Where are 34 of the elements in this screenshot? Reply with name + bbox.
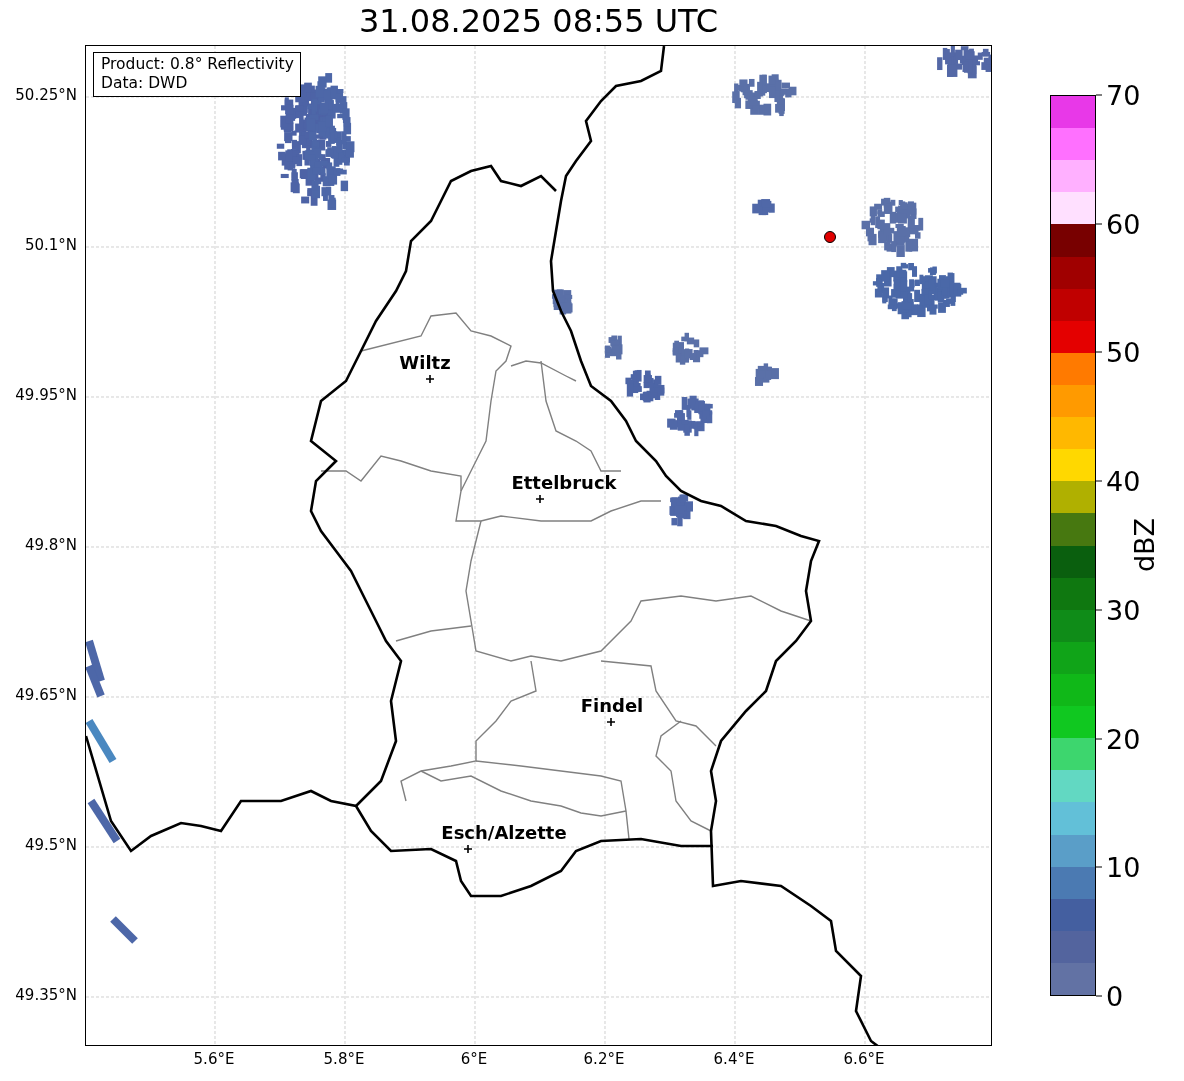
chart-title: 31.08.2025 08:55 UTC [357,0,720,42]
city-label: Findel [580,695,644,716]
city-marker-icon [463,844,473,854]
city-marker-icon [606,717,616,727]
city-label: Wiltz [399,352,451,373]
longitude-tick-label: 5.6°E [193,1050,235,1068]
city-label: Esch/Alzette [441,822,567,843]
longitude-tick-label: 6.2°E [583,1050,625,1068]
radar-site-marker [824,231,836,243]
latitude-tick-label: 49.95°N [15,386,77,404]
colorbar-tick-label: 40 [1096,465,1141,497]
latitude-tick-label: 49.5°N [24,836,77,854]
colorbar-tick-label: 0 [1096,980,1124,1012]
city-marker-icon [425,374,435,384]
latitude-tick-label: 49.8°N [24,536,77,554]
latitude-tick-label: 49.65°N [15,686,77,704]
colorbar-tick-label: 50 [1096,336,1141,368]
colorbar-tick-label: 70 [1096,79,1141,111]
latitude-tick-label: 49.35°N [15,986,77,1004]
colorbar-tick-label: 10 [1096,851,1141,883]
latitude-tick-label: 50.1°N [24,236,77,254]
longitude-tick-label: 6.6°E [843,1050,885,1068]
colorbar-tick-label: 60 [1096,208,1141,240]
longitude-tick-label: 6.4°E [713,1050,755,1068]
city-marker-icon [535,494,545,504]
colorbar-tick-label: 20 [1096,723,1141,755]
latitude-tick-label: 50.25°N [15,86,77,104]
longitude-tick-label: 5.8°E [323,1050,365,1068]
legend-text: Data: DWD [101,74,189,93]
longitude-tick-label: 6°E [460,1050,488,1068]
colorbar-label: dBZ [1128,517,1160,573]
colorbar-tick-label: 30 [1096,594,1141,626]
city-label: Ettelbruck [511,472,617,493]
legend-text: Product: 0.8° Reflectivity [101,55,294,74]
